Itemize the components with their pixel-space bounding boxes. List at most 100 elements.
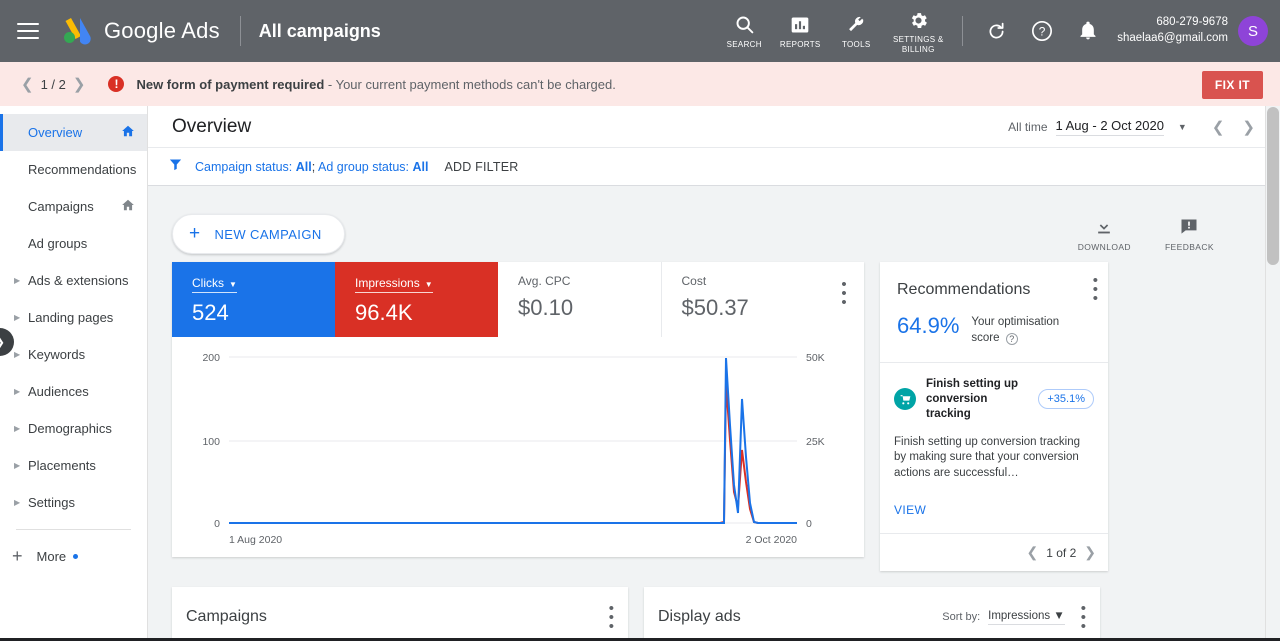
sidebar-item-label: Keywords <box>28 347 86 362</box>
sort-by-label: Sort by: <box>942 611 981 624</box>
feedback-label: FEEDBACK <box>1164 241 1214 252</box>
sidebar-item-audiences[interactable]: ▶ Audiences <box>0 373 147 410</box>
scroll-area: + NEW CAMPAIGN DOWNLOAD FEEDBACK Clicks … <box>148 186 1280 641</box>
date-range-value[interactable]: 1 Aug - 2 Oct 2020 <box>1055 118 1164 136</box>
sidebar-item-placements[interactable]: ▶ Placements <box>0 447 147 484</box>
refresh-button[interactable] <box>979 14 1013 48</box>
sidebar-item-settings[interactable]: ▶ Settings <box>0 484 147 521</box>
wrench-icon <box>846 13 866 37</box>
sidebar-item-overview[interactable]: Overview <box>0 114 147 151</box>
campaign-status-label: Campaign status: <box>195 159 296 174</box>
sidebar-item-label: Audiences <box>28 384 89 399</box>
sidebar-item-keywords[interactable]: ▶ Keywords <box>0 336 147 373</box>
settings-billing-label-line2: BILLING <box>901 44 935 54</box>
recommendation-title-line1: Finish setting up <box>926 378 1018 391</box>
fix-it-button[interactable]: FIX IT <box>1201 71 1263 99</box>
plus-icon: + <box>189 223 201 244</box>
recommendation-view-button[interactable]: VIEW <box>894 503 1094 517</box>
campaigns-card-title: Campaigns <box>186 608 267 626</box>
brand-title: Google Ads <box>104 18 220 44</box>
campaigns-card: Campaigns • • • <box>172 587 628 641</box>
chart-options-icon[interactable]: • • • <box>841 277 846 310</box>
sidebar-item-campaigns[interactable]: Campaigns <box>0 188 147 225</box>
adgroup-status-value: All <box>412 159 429 174</box>
display-ads-card-options-icon[interactable]: • • • <box>1081 601 1086 634</box>
sidebar-item-demographics[interactable]: ▶ Demographics <box>0 410 147 447</box>
settings-billing-button[interactable]: SETTINGS & BILLING <box>887 8 949 54</box>
sidebar-item-more[interactable]: + More <box>0 538 147 575</box>
sidebar-item-ad-groups[interactable]: Ad groups <box>0 225 147 262</box>
vertical-scrollbar[interactable] <box>1265 106 1280 641</box>
top-bar-actions: SEARCH REPORTS TOOLS SETTINGS & BILLING … <box>716 0 1280 62</box>
alert-title: New form of payment required <box>136 76 325 92</box>
metric-value-clicks: 524 <box>192 300 229 325</box>
chart-plot-area: 200 100 0 50K 25K 0 1 Aug 2020 2 Oct 202… <box>172 337 864 557</box>
left-axis-tick-200: 200 <box>202 352 220 364</box>
right-axis-tick-0: 0 <box>806 518 812 530</box>
recommendation-item: Finish setting up conversion tracking +3… <box>880 363 1108 517</box>
avatar[interactable]: S <box>1238 16 1268 46</box>
display-ads-card-title: Display ads <box>658 608 741 626</box>
help-button[interactable]: ? <box>1025 14 1059 48</box>
recommendation-title-line2: conversion tracking <box>926 392 988 420</box>
recommendations-options-icon[interactable]: • • • <box>1093 273 1098 306</box>
expand-caret-icon: ▶ <box>14 498 21 507</box>
alert-prev-button[interactable]: ❮ <box>14 75 41 93</box>
help-icon: ? <box>1032 21 1053 41</box>
content-header: Overview All time 1 Aug - 2 Oct 2020 ▼ ❮… <box>148 106 1280 148</box>
refresh-icon <box>989 22 1004 38</box>
alert-next-button[interactable]: ❯ <box>66 75 93 93</box>
hamburger-menu-icon[interactable] <box>17 18 39 44</box>
metric-card-clicks[interactable]: Clicks ▼ 524 <box>172 262 335 337</box>
new-campaign-button[interactable]: + NEW CAMPAIGN <box>172 214 345 254</box>
help-circle-icon[interactable]: ? <box>1005 332 1018 345</box>
new-indicator-dot <box>73 554 79 559</box>
recommendations-prev-button[interactable]: ❮ <box>1027 544 1039 561</box>
metric-card-impressions[interactable]: Impressions ▼ 96.4K <box>335 262 498 337</box>
active-filters[interactable]: Campaign status: All; Ad group status: A… <box>195 160 429 174</box>
recommendations-pagination: ❮ 1 of 2 ❯ <box>880 533 1108 571</box>
home-icon <box>121 198 135 215</box>
download-button[interactable]: DOWNLOAD <box>1078 217 1131 252</box>
alert-message: Your current payment methods can't be ch… <box>335 76 616 92</box>
google-ads-logo[interactable]: Google Ads <box>59 14 220 48</box>
feedback-button[interactable]: FEEDBACK <box>1165 217 1214 252</box>
sidebar-item-ads-extensions[interactable]: ▶ Ads & extensions <box>0 262 147 299</box>
scrollbar-thumb[interactable] <box>1267 107 1279 265</box>
optimisation-score-label-line2: score <box>971 331 1000 344</box>
svg-text:?: ? <box>1039 25 1046 39</box>
notifications-button[interactable] <box>1071 14 1105 48</box>
date-prev-button[interactable]: ❮ <box>1203 118 1234 136</box>
sidebar-item-recommendations[interactable]: Recommendations <box>0 151 147 188</box>
campaigns-card-options-icon[interactable]: • • • <box>609 601 614 634</box>
expand-caret-icon: ▶ <box>14 461 21 470</box>
utility-actions: DOWNLOAD FEEDBACK <box>1078 217 1256 252</box>
filter-funnel-icon[interactable] <box>168 157 183 177</box>
sidebar-item-landing-pages[interactable]: ▶ Landing pages <box>0 299 147 336</box>
left-axis-tick-0: 0 <box>214 518 220 530</box>
metric-card-avg-cpc[interactable]: Avg. CPC $0.10 <box>498 262 662 337</box>
account-info[interactable]: 680-279-9678 shaelaa6@gmail.com <box>1117 15 1228 46</box>
search-label: SEARCH <box>726 39 762 49</box>
sort-by-value[interactable]: Impressions ▼ <box>988 610 1065 625</box>
add-filter-button[interactable]: ADD FILTER <box>445 160 519 174</box>
reports-button[interactable]: REPORTS <box>775 13 825 49</box>
conversion-cart-icon <box>894 388 916 411</box>
sidebar-divider <box>16 529 131 530</box>
chevron-down-icon: ▼ <box>1053 609 1065 622</box>
chevron-down-icon[interactable]: ▼ <box>1178 122 1187 132</box>
sidebar-item-label: Campaigns <box>28 199 94 214</box>
gear-icon <box>908 8 929 32</box>
search-button[interactable]: SEARCH <box>719 13 769 49</box>
sidebar-item-label: Settings <box>28 495 75 510</box>
sidebar-item-label: Placements <box>28 458 96 473</box>
tools-button[interactable]: TOOLS <box>831 13 881 49</box>
date-next-button[interactable]: ❯ <box>1233 118 1264 136</box>
recommendations-next-button[interactable]: ❯ <box>1084 544 1096 561</box>
performance-line-chart: 200 100 0 50K 25K 0 1 Aug 2020 2 Oct 202… <box>202 352 824 546</box>
search-icon <box>734 13 755 37</box>
sidebar-item-label: Overview <box>28 125 83 140</box>
metric-card-cost[interactable]: Cost $50.37 <box>662 262 825 337</box>
brand-divider <box>239 16 241 46</box>
campaign-status-value: All <box>295 159 312 174</box>
